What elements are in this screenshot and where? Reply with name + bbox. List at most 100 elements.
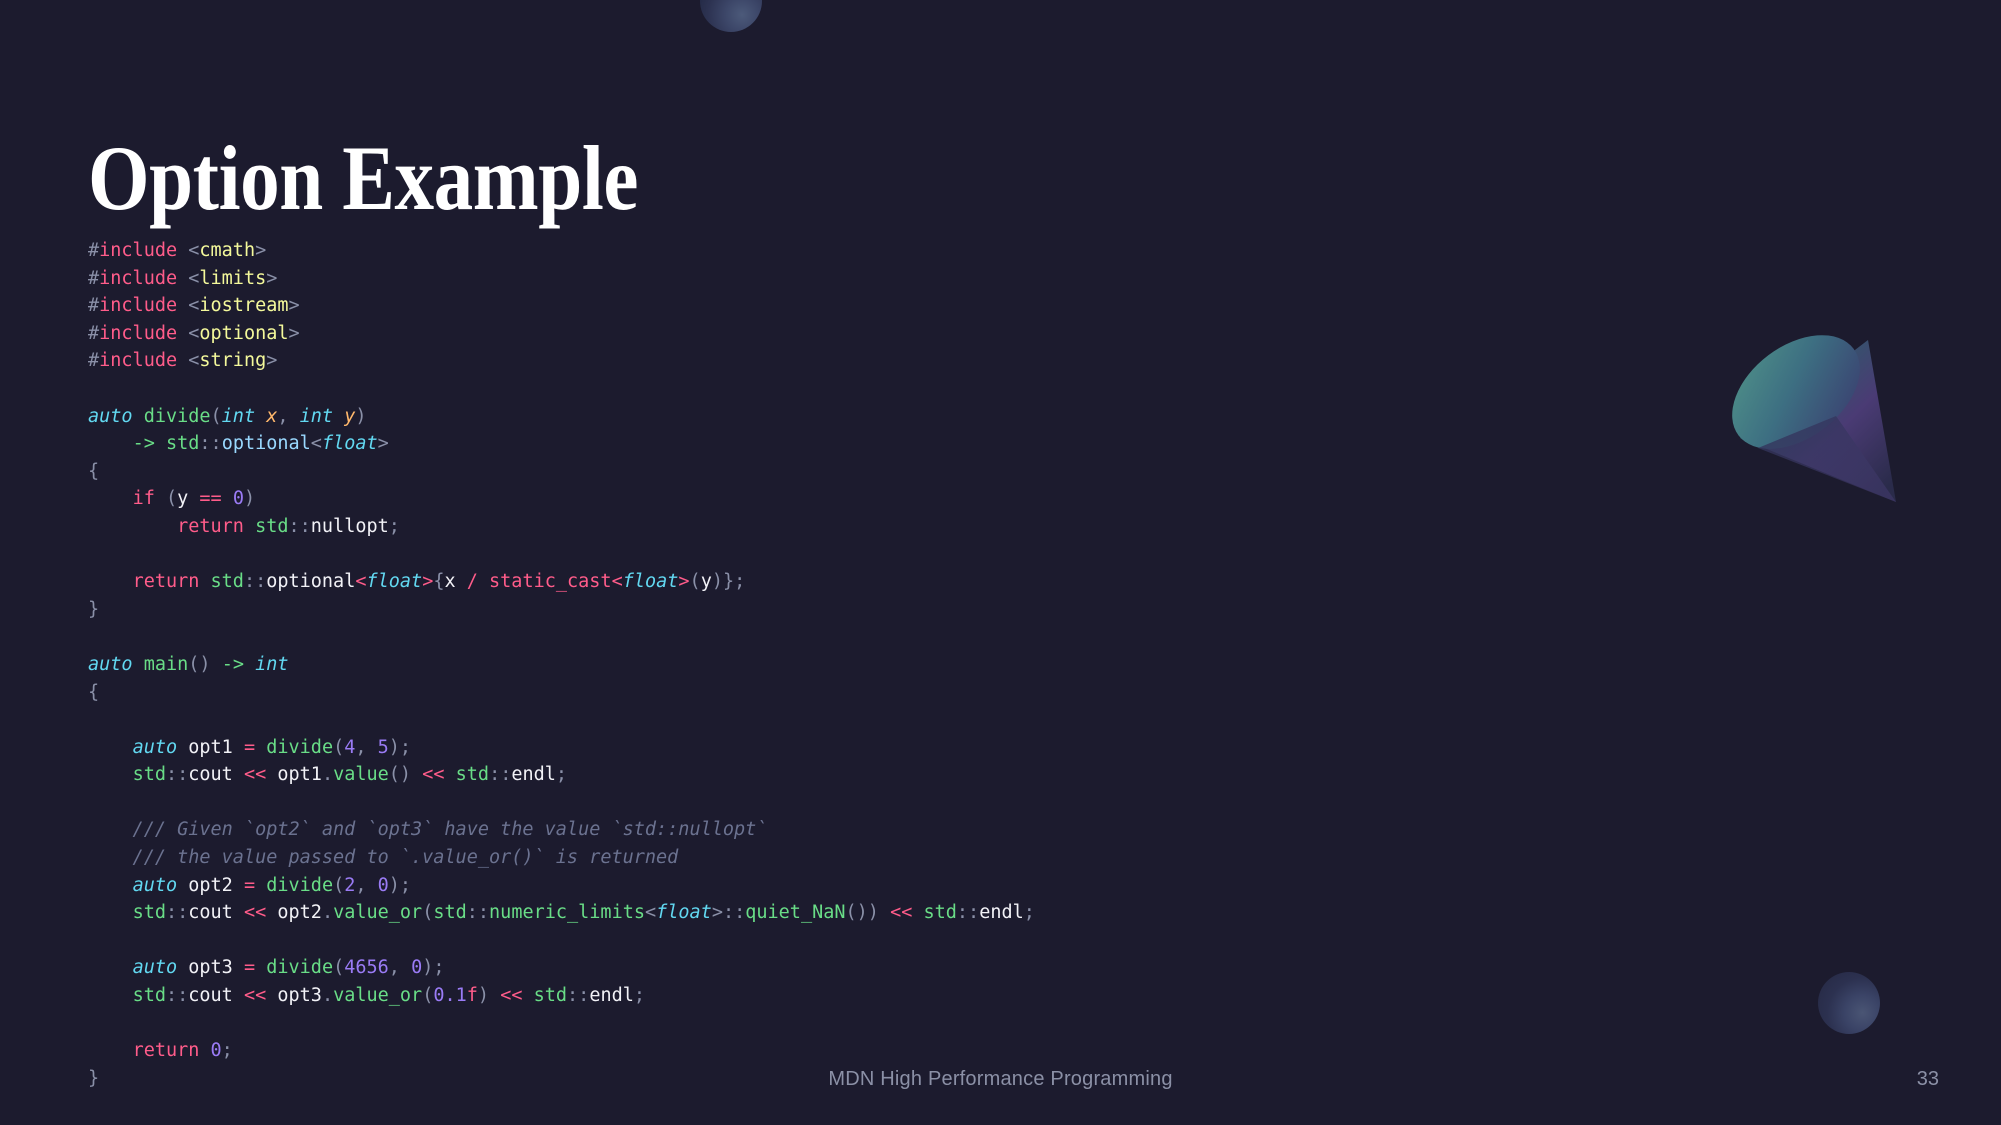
code-token: <: [611, 571, 623, 593]
code-token: cmath: [199, 240, 256, 261]
code-line: {: [88, 458, 1035, 486]
code-token: 0: [377, 874, 389, 896]
code-token: return: [132, 1040, 200, 1062]
code-token: ->: [132, 433, 155, 455]
code-token: (: [422, 985, 434, 1007]
code-token: ;: [633, 985, 646, 1007]
code-token: divide: [266, 736, 334, 758]
code-token: );: [388, 874, 412, 896]
code-token: optional: [199, 322, 289, 344]
code-token: ): [477, 985, 490, 1007]
code-token: (): [188, 653, 211, 675]
code-token: /// the value passed to `.value_or()` is…: [88, 847, 679, 869]
code-token: std: [455, 764, 490, 786]
code-token: 0: [210, 1040, 222, 1062]
code-token: =: [243, 874, 256, 896]
code-token: y: [700, 571, 712, 593]
code-token: ::: [165, 764, 189, 786]
code-line: std::cout << opt3.value_or(0.1f) << std:…: [88, 982, 1035, 1010]
code-token: quiet_NaN: [745, 902, 846, 924]
code-line: #include <cmath>: [88, 237, 1035, 265]
code-token: );: [422, 957, 445, 979]
code-token: <<: [243, 985, 267, 1007]
code-token: include: [99, 295, 178, 317]
code-token: 2: [344, 874, 356, 896]
code-token: ): [355, 405, 367, 427]
code-token: std: [132, 764, 166, 786]
code-line: return std::optional<float>{x / static_c…: [88, 568, 1035, 596]
page-title: Option Example: [88, 126, 639, 229]
code-token: f: [466, 985, 478, 1007]
code-token: opt1: [277, 764, 322, 786]
code-token: opt2: [188, 874, 233, 896]
code-token: endl: [511, 764, 556, 786]
code-token: int: [221, 405, 256, 427]
code-token: <: [310, 433, 322, 455]
code-token: ,: [355, 874, 378, 896]
code-line: return std::nullopt;: [88, 513, 1035, 541]
sphere-decoration-bottom: [1818, 972, 1880, 1034]
code-token: cout: [188, 985, 233, 1007]
code-token: auto: [132, 874, 178, 896]
code-line: auto opt1 = divide(4, 5);: [88, 734, 1035, 762]
code-token: y: [344, 405, 356, 427]
code-block: #include <cmath> #include <limits> #includ…: [88, 237, 1035, 1092]
sphere-decoration-top: [700, 0, 762, 32]
code-token: 0: [411, 957, 423, 979]
code-line: std::cout << opt1.value() << std::endl;: [88, 761, 1035, 789]
code-token: ::: [722, 902, 746, 924]
code-token: >: [377, 433, 389, 455]
code-token: std: [923, 902, 957, 924]
code-token: <: [188, 267, 200, 289]
code-line: /// Given `opt2` and `opt3` have the val…: [88, 816, 1035, 844]
code-token: ::: [165, 902, 189, 924]
code-token: >: [255, 240, 267, 261]
code-token: value_or: [333, 902, 423, 924]
code-token: ::: [288, 515, 311, 537]
code-token: <: [644, 902, 657, 924]
code-token: auto: [88, 405, 133, 427]
code-line: -> std::optional<float>: [88, 430, 1035, 458]
code-token: return: [177, 515, 244, 537]
code-token: int: [299, 405, 334, 427]
code-token: limits: [199, 267, 267, 289]
code-token: #: [88, 240, 100, 261]
code-token: #: [88, 350, 100, 372]
code-token: <: [188, 322, 200, 344]
code-token: <: [188, 350, 200, 372]
code-token: }: [88, 598, 100, 620]
code-token: std: [533, 985, 568, 1007]
code-token: <: [355, 571, 367, 593]
code-token: >: [266, 267, 278, 289]
code-token: 4656: [344, 957, 389, 979]
code-token: .: [321, 764, 334, 786]
code-token: );: [388, 736, 412, 758]
code-token: <: [188, 240, 200, 261]
code-token: =: [243, 957, 256, 979]
code-line: if (y == 0): [88, 485, 1035, 513]
code-token: (: [333, 736, 345, 758]
